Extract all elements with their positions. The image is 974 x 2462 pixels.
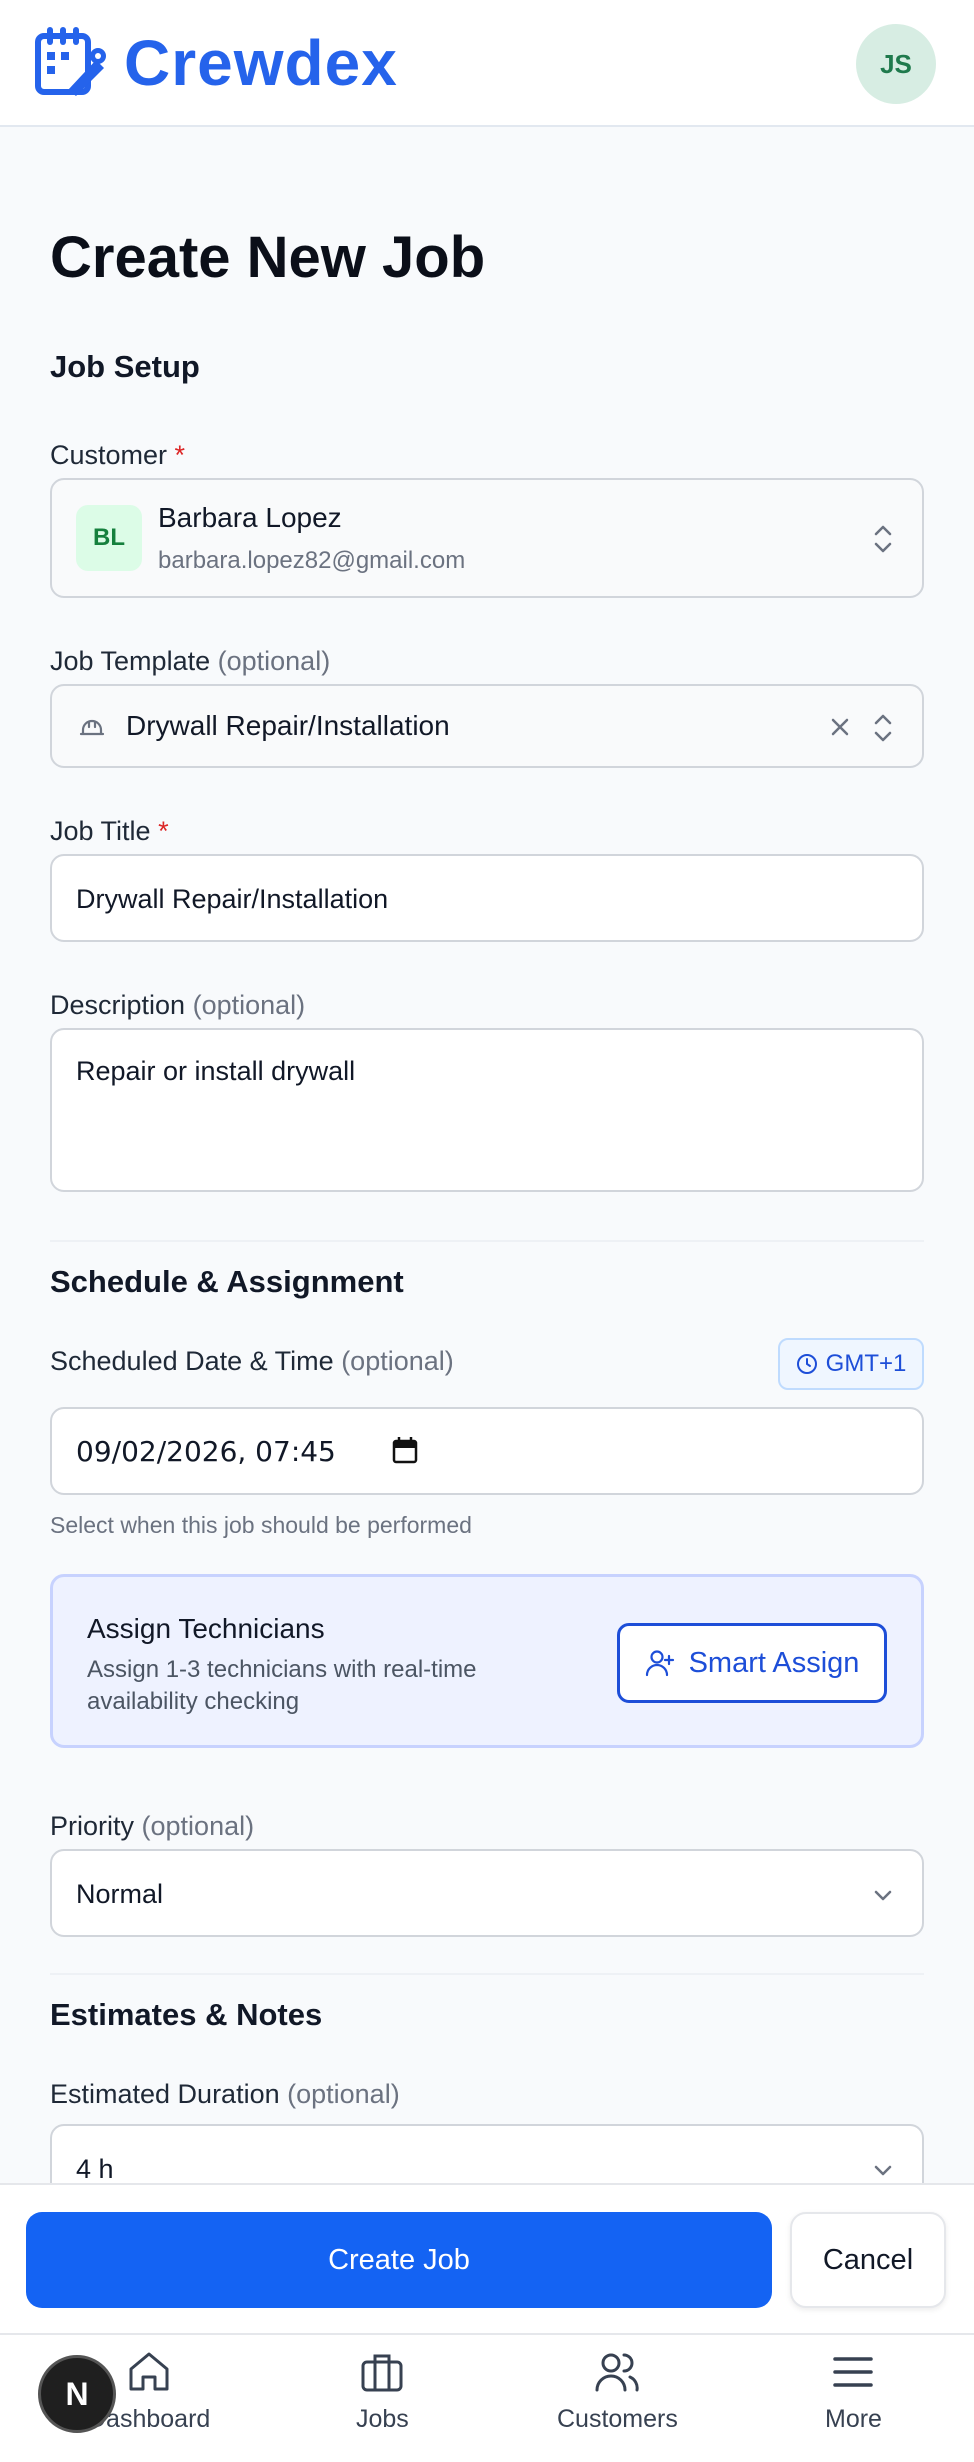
job-title-input[interactable]: Drywall Repair/Installation: [50, 854, 924, 942]
divider: [50, 1973, 924, 1975]
description-label: Description (optional): [50, 990, 305, 1021]
duration-value: 4 h: [76, 2154, 114, 2184]
chevron-down-icon: [874, 1890, 892, 1901]
description-value: Repair or install drywall: [76, 1056, 356, 1086]
duration-label: Estimated Duration (optional): [50, 2079, 400, 2110]
schedule-date-label-text: Scheduled Date & Time: [50, 1346, 334, 1376]
hard-hat-icon: [79, 719, 105, 736]
template-label: Job Template (optional): [50, 646, 330, 677]
section-estimates: Estimates & Notes: [50, 1997, 323, 2032]
required-mark: *: [174, 440, 186, 470]
timezone-text: GMT+1: [825, 1350, 907, 1377]
assign-technicians-subtitle-1: Assign 1-3 technicians with real-time: [87, 1656, 477, 1683]
schedule-date-label: Scheduled Date & Time (optional): [50, 1346, 454, 1377]
home-icon: [129, 2352, 169, 2391]
priority-label: Priority (optional): [50, 1811, 254, 1842]
optional-tag: (optional): [141, 1811, 255, 1841]
customer-select[interactable]: BL Barbara Lopez barbara.lopez82@gmail.c…: [50, 478, 924, 598]
clear-icon[interactable]: [828, 715, 852, 739]
nav-label: Jobs: [356, 2405, 409, 2433]
users-icon: [595, 2353, 640, 2392]
section-job-setup: Job Setup: [50, 349, 200, 384]
menu-icon: [833, 2357, 874, 2387]
job-title-label-text: Job Title: [50, 816, 151, 846]
customer-email: barbara.lopez82@gmail.com: [158, 547, 466, 574]
form-action-bar: Create Job Cancel: [0, 2183, 974, 2333]
optional-tag: (optional): [192, 990, 306, 1020]
nav-item-jobs[interactable]: Jobs: [356, 2349, 409, 2434]
calendar-icon[interactable]: [392, 1436, 418, 1464]
assign-technicians-card: Assign Technicians Assign 1-3 technician…: [50, 1574, 924, 1748]
job-title-value: Drywall Repair/Installation: [76, 884, 389, 914]
top-bar: Crewdex JS: [0, 0, 974, 127]
chevron-up-down-icon: [874, 525, 892, 553]
assign-technicians-title: Assign Technicians: [87, 1613, 325, 1644]
schedule-datetime-input[interactable]: 09/02/2026, 07:45: [50, 1407, 924, 1495]
nav-item-more[interactable]: More: [825, 2349, 882, 2434]
template-select[interactable]: Drywall Repair/Installation: [50, 684, 924, 768]
optional-tag: (optional): [341, 1346, 454, 1376]
schedule-datetime-value: 09/02/2026, 07:45: [76, 1435, 336, 1468]
create-job-button[interactable]: Create Job: [26, 2212, 772, 2308]
description-label-text: Description: [50, 990, 186, 1020]
page-title: Create New Job: [50, 225, 486, 290]
brand-name[interactable]: Crewdex: [124, 26, 398, 100]
template-label-text: Job Template: [50, 646, 211, 676]
divider: [50, 1240, 924, 1242]
required-mark: *: [158, 816, 169, 846]
nav-item-customers[interactable]: Customers: [557, 2349, 678, 2434]
cancel-button[interactable]: Cancel: [790, 2212, 946, 2308]
template-value: Drywall Repair/Installation: [126, 710, 450, 741]
schedule-helper-text: Select when this job should be performed: [50, 1512, 472, 1538]
chevron-down-icon: [874, 2165, 892, 2176]
priority-value: Normal: [76, 1879, 164, 1909]
nav-label: Customers: [557, 2405, 678, 2433]
duration-label-text: Estimated Duration: [50, 2079, 280, 2109]
n-badge[interactable]: N: [38, 2355, 116, 2433]
assign-technicians-subtitle-2: availability checking: [87, 1688, 300, 1715]
smart-assign-label: Smart Assign: [688, 1646, 860, 1679]
optional-tag: (optional): [287, 2079, 400, 2109]
timezone-badge[interactable]: GMT+1: [778, 1338, 924, 1390]
nav-label: More: [825, 2405, 882, 2433]
clock-icon: [796, 1354, 817, 1374]
description-textarea[interactable]: Repair or install drywall: [50, 1028, 924, 1192]
briefcase-icon: [361, 2354, 403, 2392]
smart-assign-button[interactable]: Smart Assign: [617, 1623, 887, 1703]
user-plus-icon: [645, 1650, 674, 1677]
priority-select[interactable]: Normal: [50, 1849, 924, 1937]
user-avatar[interactable]: JS: [856, 24, 936, 104]
optional-tag: (optional): [217, 646, 331, 676]
customer-avatar: BL: [76, 505, 142, 571]
logo-icon[interactable]: [34, 26, 108, 100]
section-schedule: Schedule & Assignment: [50, 1264, 404, 1299]
customer-name: Barbara Lopez: [158, 502, 342, 533]
job-title-label: Job Title *: [50, 816, 169, 847]
customer-label-text: Customer: [50, 440, 168, 470]
create-job-form: Create New Job Job Setup Customer * BL B…: [50, 127, 924, 2212]
bottom-nav: Dashboard Jobs Customers More N: [0, 2333, 974, 2462]
customer-label: Customer *: [50, 440, 185, 471]
chevron-up-down-icon: [874, 714, 892, 742]
priority-label-text: Priority: [50, 1811, 135, 1841]
